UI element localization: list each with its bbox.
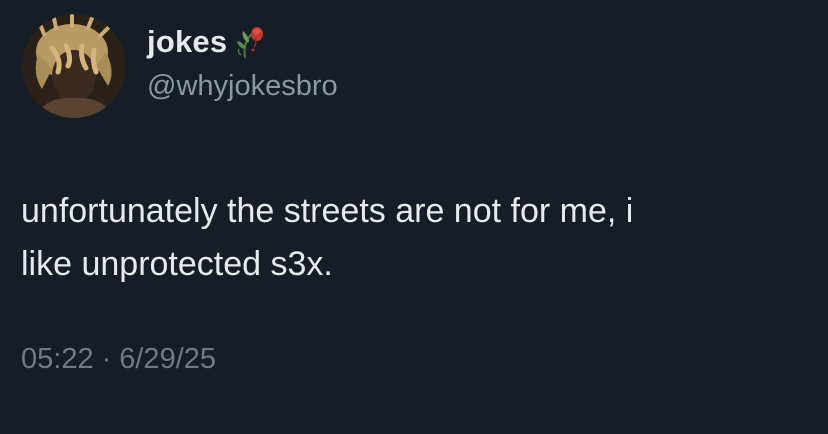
tweet-text-line-1: unfortunately the streets are not for me… <box>21 192 634 230</box>
avatar[interactable] <box>22 14 126 118</box>
user-handle[interactable]: @whyjokesbro <box>147 70 338 103</box>
tweet-date[interactable]: 6/29/25 <box>119 343 216 376</box>
avatar-image <box>22 14 126 118</box>
meta-separator: · <box>101 343 112 375</box>
tweet-metadata: 05:22 · 6/29/25 <box>21 343 216 376</box>
tweet-time[interactable]: 05:22 <box>21 343 94 376</box>
tweet-text: unfortunately the streets are not for me… <box>21 185 811 291</box>
tweet-card: jokes @whyjokesbro unfortunately the str… <box>0 0 828 434</box>
wilted-rose-icon <box>235 25 265 59</box>
display-name[interactable]: jokes <box>147 24 227 60</box>
display-name-row[interactable]: jokes <box>147 22 265 62</box>
tweet-text-line-2: like unprotected s3x. <box>21 245 333 283</box>
